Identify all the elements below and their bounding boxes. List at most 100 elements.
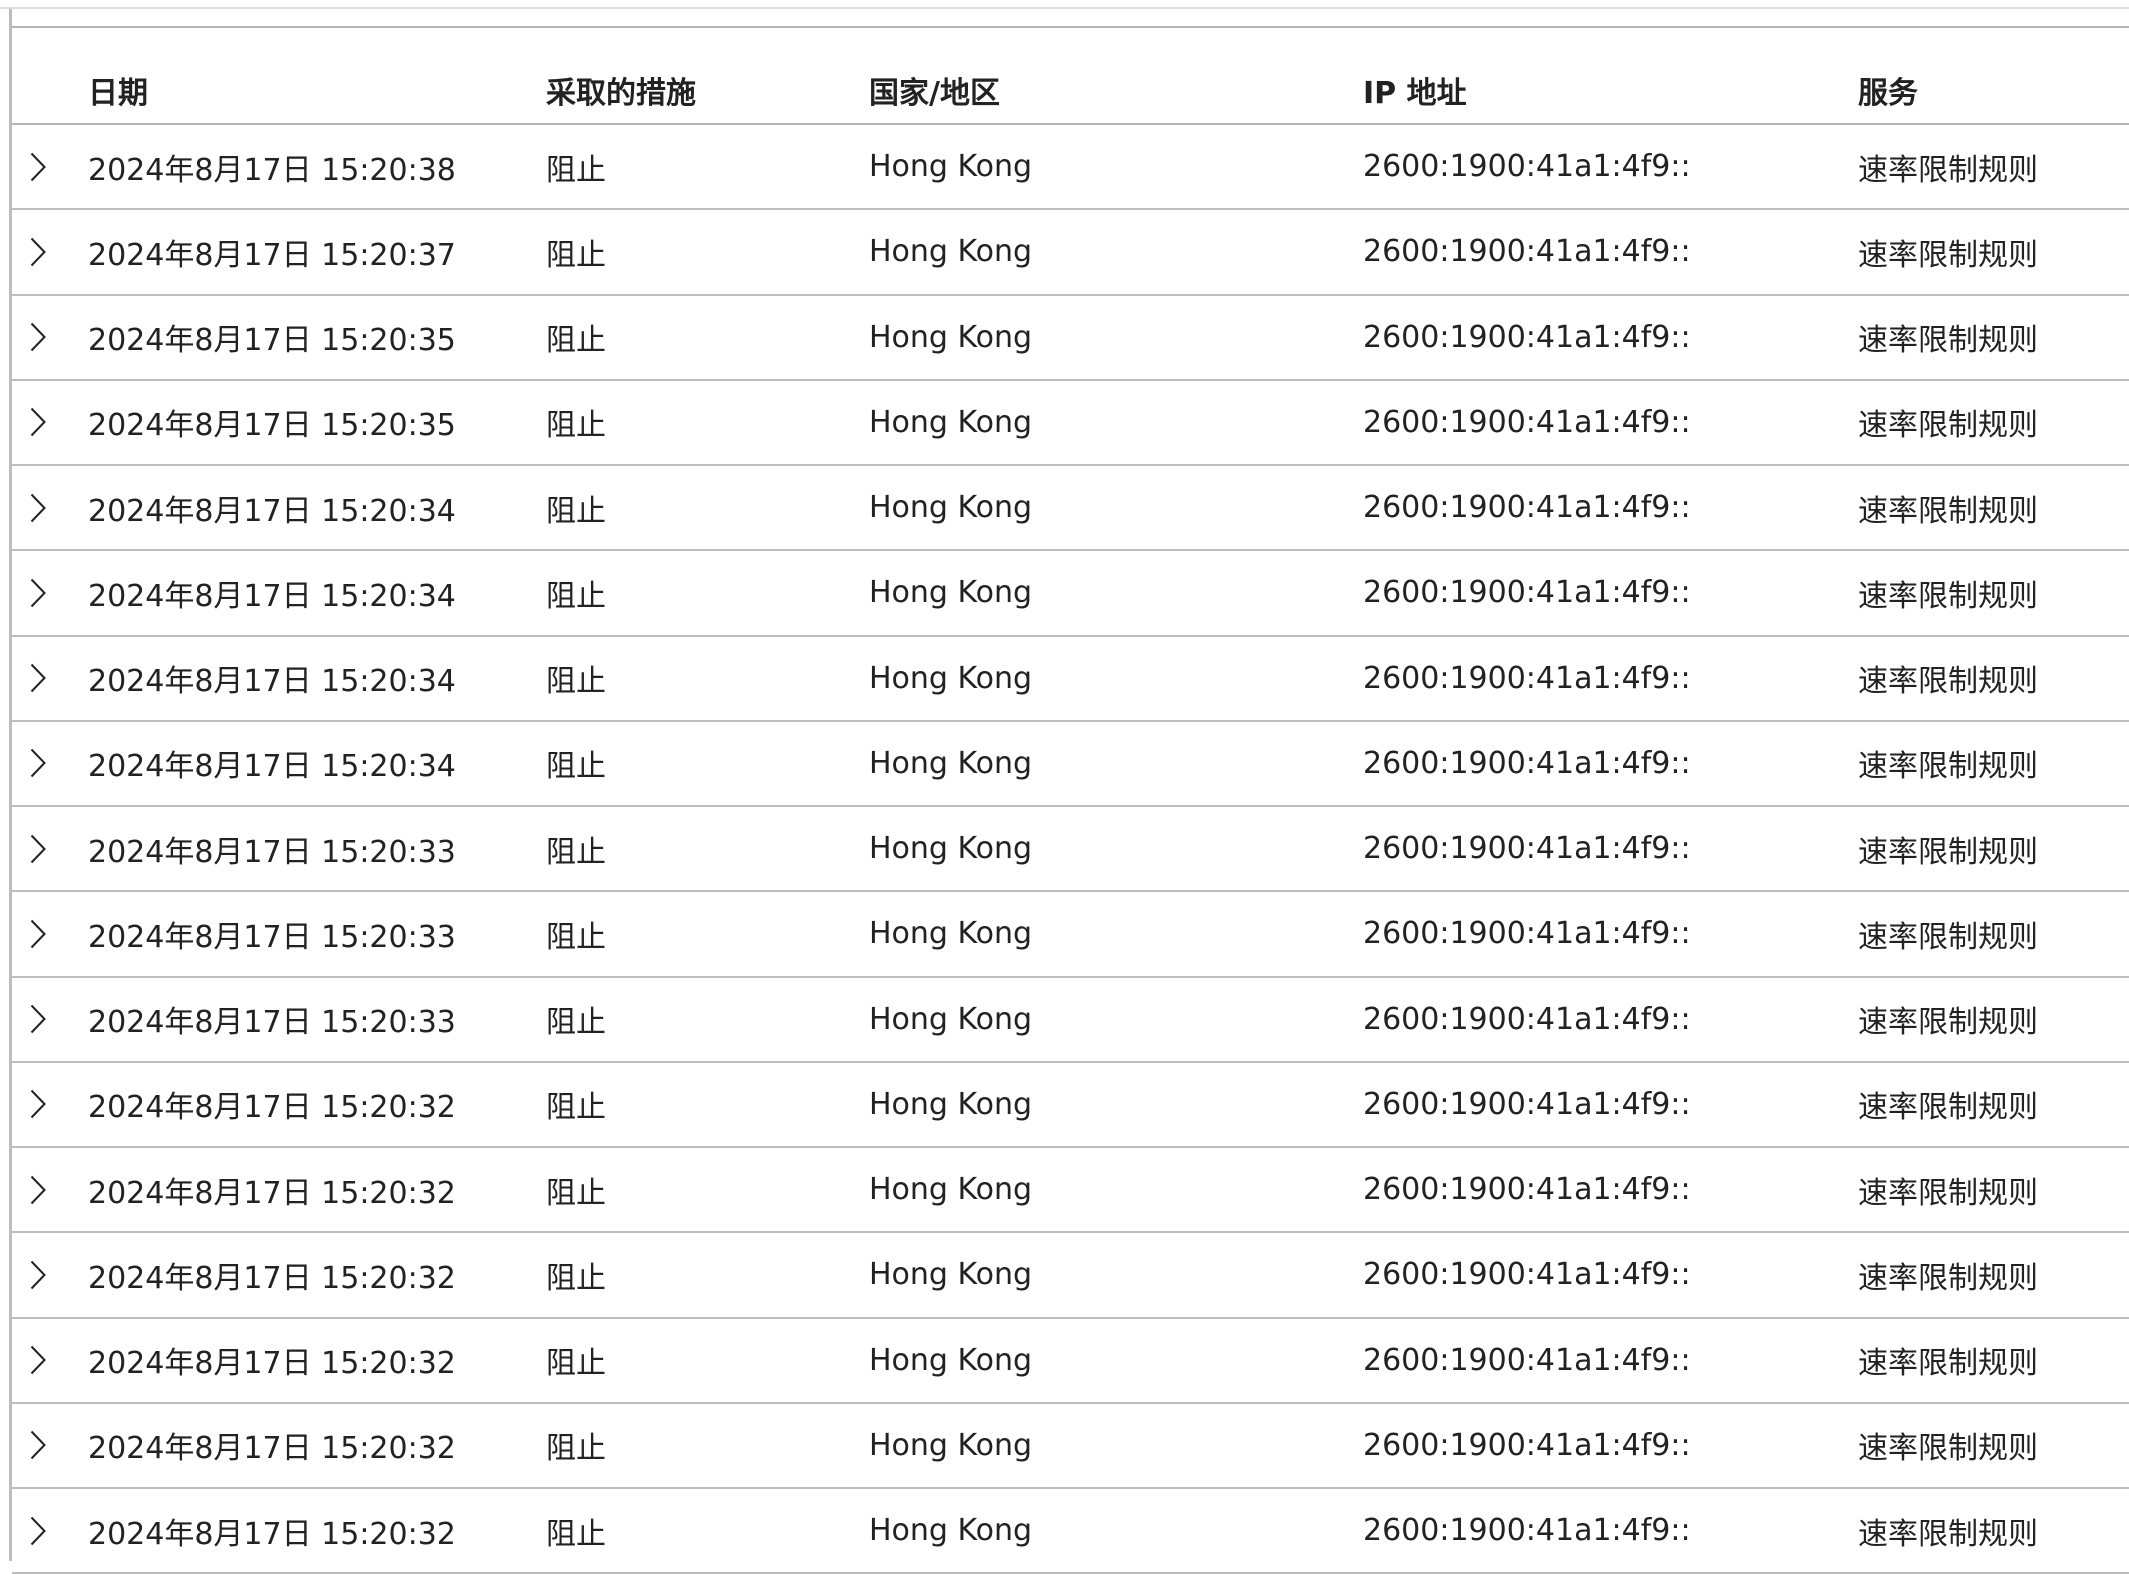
row-ip: 2600:1900:41a1:4f9:: <box>1363 404 1691 440</box>
table-row[interactable]: 2024年8月17日 15:20:37 阻止 Hong Kong 2600:19… <box>12 210 2129 296</box>
row-ip: 2600:1900:41a1:4f9:: <box>1363 1342 1691 1378</box>
table-row[interactable]: 2024年8月17日 15:20:32 阻止 Hong Kong 2600:19… <box>12 1319 2129 1404</box>
row-action: 阻止 <box>546 664 606 700</box>
row-date: 2024年8月17日 15:20:34 <box>88 664 456 700</box>
chevron-right-icon[interactable] <box>30 1175 46 1205</box>
table-row[interactable]: 2024年8月17日 15:20:38 阻止 Hong Kong 2600:19… <box>12 125 2129 211</box>
row-country: Hong Kong <box>869 575 1033 611</box>
expand-row-button[interactable] <box>30 637 50 720</box>
table-row[interactable]: 2024年8月17日 15:20:32 阻止 Hong Kong 2600:19… <box>12 1233 2129 1319</box>
column-header-country[interactable]: 国家/地区 <box>869 28 1000 123</box>
table-row[interactable]: 2024年8月17日 15:20:35 阻止 Hong Kong 2600:19… <box>12 296 2129 381</box>
row-ip: 2600:1900:41a1:4f9:: <box>1363 831 1691 867</box>
chevron-right-icon[interactable] <box>30 152 46 182</box>
row-date: 2024年8月17日 15:20:35 <box>88 408 456 444</box>
row-ip: 2600:1900:41a1:4f9:: <box>1363 660 1691 696</box>
row-ip: 2600:1900:41a1:4f9:: <box>1363 319 1691 355</box>
chevron-right-icon[interactable] <box>30 493 46 523</box>
chevron-right-icon[interactable] <box>30 1004 46 1034</box>
expand-row-button[interactable] <box>30 1233 50 1316</box>
chevron-right-icon[interactable] <box>30 1089 46 1119</box>
row-service: 速率限制规则 <box>1858 834 2038 870</box>
row-date: 2024年8月17日 15:20:38 <box>88 152 456 188</box>
expand-row-button[interactable] <box>30 296 50 379</box>
column-header-action[interactable]: 采取的措施 <box>546 28 696 123</box>
row-service: 速率限制规则 <box>1858 1260 2038 1296</box>
row-country: Hong Kong <box>869 660 1033 696</box>
row-ip: 2600:1900:41a1:4f9:: <box>1363 575 1691 611</box>
expand-row-button[interactable] <box>30 551 50 634</box>
row-date: 2024年8月17日 15:20:37 <box>88 237 456 273</box>
row-service: 速率限制规则 <box>1858 1005 2038 1041</box>
row-service: 速率限制规则 <box>1858 578 2038 614</box>
table-row[interactable]: 2024年8月17日 15:20:33 阻止 Hong Kong 2600:19… <box>12 978 2129 1063</box>
row-date: 2024年8月17日 15:20:33 <box>88 1005 456 1041</box>
table-body: 2024年8月17日 15:20:38 阻止 Hong Kong 2600:19… <box>12 125 2129 1574</box>
table-row[interactable]: 2024年8月17日 15:20:34 阻止 Hong Kong 2600:19… <box>12 722 2129 807</box>
row-country: Hong Kong <box>869 831 1033 867</box>
column-header-service[interactable]: 服务 <box>1858 28 1918 123</box>
row-action: 阻止 <box>546 1005 606 1041</box>
row-date: 2024年8月17日 15:20:32 <box>88 1260 456 1296</box>
chevron-right-icon[interactable] <box>30 1516 46 1546</box>
row-service: 速率限制规则 <box>1858 664 2038 700</box>
row-service: 速率限制规则 <box>1858 408 2038 444</box>
row-country: Hong Kong <box>869 1257 1033 1293</box>
table-row[interactable]: 2024年8月17日 15:20:33 阻止 Hong Kong 2600:19… <box>12 807 2129 893</box>
row-date: 2024年8月17日 15:20:34 <box>88 749 456 785</box>
expand-row-button[interactable] <box>30 892 50 975</box>
table-row[interactable]: 2024年8月17日 15:20:33 阻止 Hong Kong 2600:19… <box>12 892 2129 978</box>
expand-row-button[interactable] <box>30 125 50 208</box>
expand-row-button[interactable] <box>30 1319 50 1402</box>
table-row[interactable]: 2024年8月17日 15:20:34 阻止 Hong Kong 2600:19… <box>12 466 2129 552</box>
chevron-right-icon[interactable] <box>30 919 46 949</box>
chevron-right-icon[interactable] <box>30 237 46 267</box>
chevron-right-icon[interactable] <box>30 1430 46 1460</box>
table-row[interactable]: 2024年8月17日 15:20:32 阻止 Hong Kong 2600:19… <box>12 1148 2129 1234</box>
expand-row-button[interactable] <box>30 807 50 890</box>
expand-row-button[interactable] <box>30 381 50 464</box>
security-events-table: 日期 采取的措施 国家/地区 IP 地址 服务 2024年8月17日 15:20… <box>12 26 2129 1574</box>
column-header-date[interactable]: 日期 <box>88 28 148 123</box>
row-service: 速率限制规则 <box>1858 493 2038 529</box>
row-action: 阻止 <box>546 493 606 529</box>
chevron-right-icon[interactable] <box>30 1260 46 1290</box>
row-country: Hong Kong <box>869 1513 1033 1549</box>
row-country: Hong Kong <box>869 916 1033 952</box>
top-divider <box>0 7 2129 9</box>
row-date: 2024年8月17日 15:20:33 <box>88 834 456 870</box>
row-action: 阻止 <box>546 237 606 273</box>
expand-row-button[interactable] <box>30 1489 50 1572</box>
row-action: 阻止 <box>546 749 606 785</box>
chevron-right-icon[interactable] <box>30 1345 46 1375</box>
row-date: 2024年8月17日 15:20:34 <box>88 493 456 529</box>
chevron-right-icon[interactable] <box>30 407 46 437</box>
chevron-right-icon[interactable] <box>30 322 46 352</box>
row-service: 速率限制规则 <box>1858 1175 2038 1211</box>
row-country: Hong Kong <box>869 1342 1033 1378</box>
row-country: Hong Kong <box>869 1172 1033 1208</box>
expand-row-button[interactable] <box>30 210 50 293</box>
row-action: 阻止 <box>546 1260 606 1296</box>
chevron-right-icon[interactable] <box>30 834 46 864</box>
chevron-right-icon[interactable] <box>30 663 46 693</box>
expand-row-button[interactable] <box>30 978 50 1061</box>
row-date: 2024年8月17日 15:20:33 <box>88 919 456 955</box>
row-date: 2024年8月17日 15:20:32 <box>88 1346 456 1382</box>
expand-row-button[interactable] <box>30 1148 50 1231</box>
table-row[interactable]: 2024年8月17日 15:20:32 阻止 Hong Kong 2600:19… <box>12 1489 2129 1574</box>
table-row[interactable]: 2024年8月17日 15:20:34 阻止 Hong Kong 2600:19… <box>12 551 2129 637</box>
chevron-right-icon[interactable] <box>30 578 46 608</box>
table-row[interactable]: 2024年8月17日 15:20:35 阻止 Hong Kong 2600:19… <box>12 381 2129 466</box>
expand-row-button[interactable] <box>30 1404 50 1487</box>
row-service: 速率限制规则 <box>1858 1431 2038 1467</box>
table-row[interactable]: 2024年8月17日 15:20:32 阻止 Hong Kong 2600:19… <box>12 1404 2129 1489</box>
table-row[interactable]: 2024年8月17日 15:20:34 阻止 Hong Kong 2600:19… <box>12 637 2129 722</box>
expand-row-button[interactable] <box>30 466 50 549</box>
chevron-right-icon[interactable] <box>30 748 46 778</box>
expand-row-button[interactable] <box>30 1063 50 1146</box>
expand-row-button[interactable] <box>30 722 50 805</box>
table-row[interactable]: 2024年8月17日 15:20:32 阻止 Hong Kong 2600:19… <box>12 1063 2129 1148</box>
row-service: 速率限制规则 <box>1858 1516 2038 1552</box>
column-header-ip[interactable]: IP 地址 <box>1363 28 1467 123</box>
